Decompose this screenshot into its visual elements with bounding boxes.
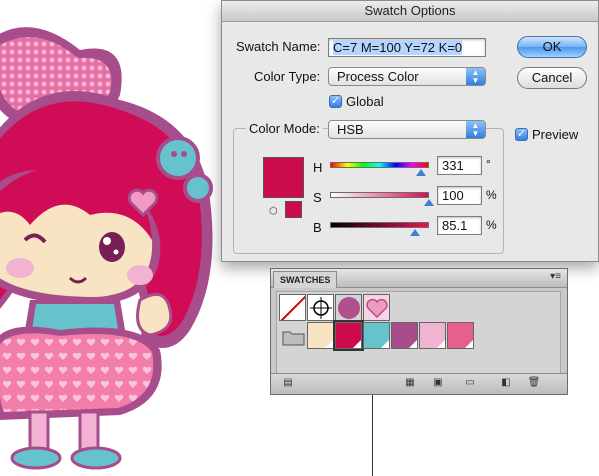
brightness-slider[interactable] [330, 222, 429, 228]
swatch-name-label: Swatch Name: [236, 39, 321, 54]
delete-swatch-icon[interactable]: 🗑 [527, 377, 541, 389]
cancel-button[interactable]: Cancel [517, 67, 587, 89]
select-arrows-icon: ▲ ▼ [466, 121, 485, 138]
new-swatch-icon[interactable]: ◧ [499, 377, 513, 389]
new-color-group-icon[interactable]: ▭ [463, 377, 477, 389]
ok-button[interactable]: OK [517, 36, 587, 58]
panel-menu-icon[interactable]: ▾≡ [550, 271, 561, 282]
saturation-input[interactable]: 100 [437, 186, 482, 205]
preview-checkbox[interactable]: ✓ [515, 128, 528, 141]
global-label: Global [346, 94, 384, 109]
hue-unit: ° [486, 157, 491, 171]
swatch-libraries-icon[interactable]: ▤ [281, 377, 295, 389]
swatch-options-dialog: Swatch Options Swatch Name: C=7 M=100 Y=… [221, 0, 599, 262]
saturation-slider[interactable] [330, 192, 429, 198]
swatch-cream[interactable] [307, 322, 334, 349]
panel-bottom-bar: ▤ ▦ ▣ ▭ ◧ 🗑 [271, 373, 567, 394]
s-label: S [313, 190, 322, 205]
color-mode-select[interactable]: HSB ▲ ▼ [328, 120, 486, 139]
swatches-panel: SWATCHES ▾≡ ▤ ▦ ▣ ▭ ◧ 🗑 [270, 268, 568, 395]
color-type-select[interactable]: Process Color ▲ ▼ [328, 67, 486, 86]
swatch-pink[interactable] [447, 322, 474, 349]
swatch-name-input[interactable]: C=7 M=100 Y=72 K=0 [328, 38, 486, 57]
saturation-slider-thumb[interactable] [424, 199, 434, 206]
swatch-plum[interactable] [391, 322, 418, 349]
saturation-unit: % [486, 188, 497, 202]
hue-slider-thumb[interactable] [416, 169, 426, 176]
h-label: H [313, 160, 323, 175]
none-swatch-icon[interactable] [279, 294, 306, 321]
color-mode-label: Color Mode: [246, 121, 323, 136]
swatch-light-pink[interactable] [419, 322, 446, 349]
circle-pattern-icon[interactable] [335, 294, 362, 321]
registration-target-icon[interactable] [307, 294, 334, 321]
preview-label: Preview [532, 127, 579, 142]
swatch-grid [276, 291, 561, 374]
color-group-folder-icon[interactable] [279, 322, 306, 349]
color-mode-value: HSB [337, 122, 364, 137]
swatches-tab[interactable]: SWATCHES [273, 271, 338, 288]
show-kinds-icon[interactable]: ▦ [403, 377, 417, 389]
dialog-title: Swatch Options [222, 1, 598, 22]
hue-input[interactable]: 331 [437, 156, 482, 175]
hue-slider[interactable] [330, 162, 429, 168]
swatch-magenta-selected[interactable] [333, 320, 364, 351]
brightness-slider-thumb[interactable] [410, 229, 420, 236]
select-arrows-icon: ▲ ▼ [466, 68, 485, 85]
swatch-teal[interactable] [363, 322, 390, 349]
brightness-input[interactable]: 85.1 [437, 216, 482, 235]
swatch-options-icon[interactable]: ▣ [431, 377, 445, 389]
brightness-unit: % [486, 218, 497, 232]
out-of-gamut-cube-icon: ⬡ [269, 206, 278, 217]
color-type-label: Color Type: [254, 69, 321, 84]
global-checkbox[interactable]: ✓ [329, 95, 342, 108]
b-label: B [313, 220, 322, 235]
color-type-value: Process Color [337, 69, 419, 84]
gamut-color-swatch[interactable] [285, 201, 302, 218]
heart-pattern-icon[interactable] [363, 294, 390, 321]
current-color-swatch [263, 157, 304, 198]
panel-header: SWATCHES ▾≡ [271, 269, 567, 288]
